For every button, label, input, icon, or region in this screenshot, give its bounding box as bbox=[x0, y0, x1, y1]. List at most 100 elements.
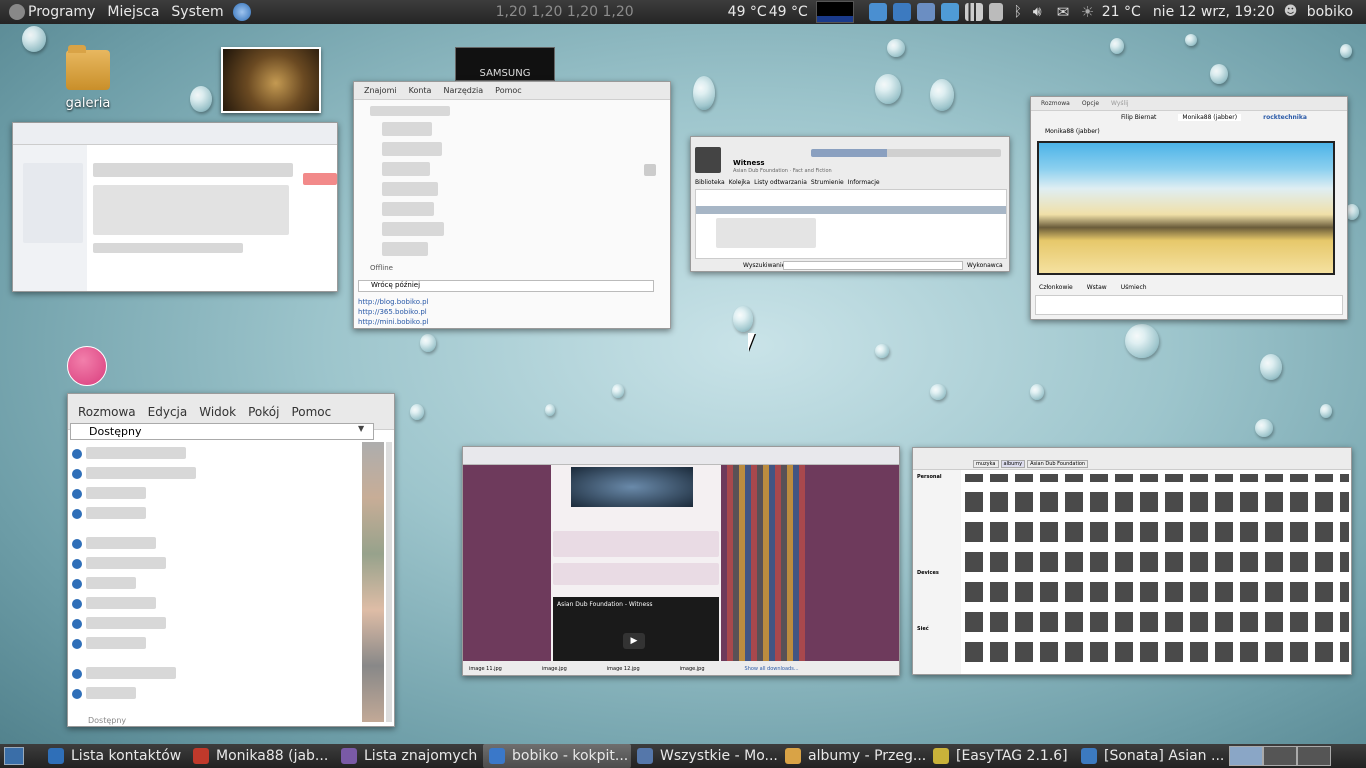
sidebar-network[interactable]: Sieć bbox=[917, 626, 957, 632]
task-0[interactable]: Lista kontaktów bbox=[42, 744, 187, 768]
menu-places[interactable]: Miejsca bbox=[101, 0, 165, 24]
skype-icon[interactable] bbox=[868, 3, 887, 21]
download-2[interactable]: image 12.jpg bbox=[607, 666, 640, 672]
sonata-filter[interactable]: Wykonawca bbox=[967, 262, 1003, 269]
task-5[interactable]: albumy - Przeg... bbox=[779, 744, 927, 768]
menu-system[interactable]: System bbox=[165, 0, 229, 24]
task-4-label: Wszystkie - Mo... bbox=[660, 748, 778, 764]
sonata-tab-1[interactable]: Kolejka bbox=[729, 179, 750, 186]
contacts-menu-2[interactable]: Widok bbox=[193, 405, 242, 419]
chat-tab-0[interactable]: rocktechnika bbox=[1263, 114, 1307, 121]
weather-temp[interactable]: 21 °C bbox=[1102, 0, 1147, 24]
video-play-icon[interactable]: ▶ bbox=[623, 633, 645, 649]
video-thumbnail-top[interactable] bbox=[571, 467, 693, 507]
weather-sun-icon[interactable]: ☀ bbox=[1081, 3, 1099, 21]
dribbble-icon[interactable] bbox=[67, 346, 107, 386]
video-title: Asian Dub Foundation - Witness bbox=[557, 601, 653, 608]
workspace-1[interactable] bbox=[1229, 746, 1263, 766]
clock[interactable]: nie 12 wrz, 19:20 bbox=[1147, 0, 1281, 24]
path-1[interactable]: albumy bbox=[1000, 460, 1026, 468]
friends-menu-0[interactable]: Znajomi bbox=[358, 86, 403, 95]
sidebar-personal[interactable]: Personal bbox=[917, 474, 957, 480]
chat-input[interactable] bbox=[1035, 295, 1343, 315]
window-sonata[interactable]: Witness Asian Dub Foundation · Fact and … bbox=[690, 136, 1010, 272]
dropbox-icon[interactable] bbox=[940, 3, 959, 21]
pidgin-icon[interactable] bbox=[916, 3, 935, 21]
sonata-tab-2[interactable]: Listy odtwarzania bbox=[754, 179, 807, 186]
sonata-search-input[interactable] bbox=[783, 261, 963, 270]
workspace-switcher[interactable] bbox=[1229, 746, 1331, 766]
contacts-menu-4[interactable]: Pomoc bbox=[285, 405, 337, 419]
desktop-samsung-thumbnail[interactable]: SAMSUNG bbox=[455, 47, 555, 81]
system-monitor-graph[interactable] bbox=[815, 1, 854, 23]
path-0[interactable]: muzyka bbox=[973, 460, 999, 468]
download-1[interactable]: image.jpg bbox=[542, 666, 567, 672]
window-browser-witness[interactable]: Asian Dub Foundation - Witness ▶ image 1… bbox=[462, 446, 900, 676]
contacts-menu-0[interactable]: Rozmowa bbox=[72, 405, 142, 419]
sonata-tab-4[interactable]: Informacje bbox=[848, 179, 880, 186]
contacts-status-dropdown-arrow[interactable]: ▼ bbox=[358, 424, 364, 433]
friends-menu-3[interactable]: Pomoc bbox=[489, 86, 528, 95]
browser-launcher-icon[interactable] bbox=[232, 3, 251, 21]
task-6[interactable]: [EasyTAG 2.1.6] bbox=[927, 744, 1075, 768]
bluetooth-icon[interactable]: ᛒ bbox=[1009, 3, 1027, 21]
desktop-folder-galeria[interactable]: galeria bbox=[58, 45, 118, 111]
playback-progress[interactable] bbox=[811, 149, 1001, 157]
sonata-track: Witness bbox=[733, 159, 765, 167]
download-3[interactable]: image.jpg bbox=[680, 666, 705, 672]
friends-link-1[interactable]: http://365.bobiko.pl bbox=[358, 308, 427, 316]
task-7-icon bbox=[1081, 748, 1097, 764]
mouse-pointer-icon bbox=[748, 333, 755, 351]
desktop-photo-thumbnail[interactable] bbox=[221, 47, 321, 113]
chat-members-button[interactable]: Członkowie bbox=[1039, 284, 1073, 291]
task-4[interactable]: Wszystkie - Mo... bbox=[631, 744, 779, 768]
task-7[interactable]: [Sonata] Asian ... bbox=[1075, 744, 1223, 768]
clipboard-icon[interactable] bbox=[988, 3, 1003, 21]
task-2[interactable]: Lista znajomych bbox=[335, 744, 483, 768]
task-1[interactable]: Monika88 (jab... bbox=[187, 744, 335, 768]
chat-tab-1[interactable]: Monika88 (jabber) bbox=[1178, 114, 1242, 121]
user-menu[interactable]: bobiko bbox=[1301, 0, 1359, 24]
friends-menu-1[interactable]: Konta bbox=[403, 86, 438, 95]
bottom-panel: Lista kontaktów Monika88 (jab... Lista z… bbox=[0, 744, 1366, 768]
menu-programs[interactable]: Programy bbox=[0, 0, 101, 24]
volume-icon[interactable]: 🔊︎ bbox=[1033, 3, 1051, 21]
music-note-icon[interactable] bbox=[892, 3, 911, 21]
friends-link-0[interactable]: http://blog.bobiko.pl bbox=[358, 298, 428, 306]
contacts-status-selector[interactable]: Dostępny bbox=[70, 423, 374, 440]
chat-insert-button[interactable]: Wstaw bbox=[1087, 284, 1107, 291]
show-all-downloads[interactable]: Show all downloads... bbox=[745, 666, 799, 672]
workspace-2[interactable] bbox=[1263, 746, 1297, 766]
avatar-grid bbox=[727, 465, 805, 661]
friends-menu-2[interactable]: Narzędzia bbox=[437, 86, 489, 95]
friends-link-2[interactable]: http://mini.bobiko.pl bbox=[358, 318, 429, 326]
sonata-tab-0[interactable]: Biblioteka bbox=[695, 179, 725, 186]
network-signal-icon[interactable] bbox=[964, 3, 983, 21]
chat-bottom-toolbar: Członkowie Wstaw Uśmiech bbox=[1039, 284, 1147, 291]
chat-menu-1[interactable]: Opcje bbox=[1076, 100, 1105, 107]
workspace-3[interactable] bbox=[1297, 746, 1331, 766]
contacts-menu-1[interactable]: Edycja bbox=[142, 405, 194, 419]
contacts-menu-3[interactable]: Pokój bbox=[242, 405, 285, 419]
mail-icon[interactable]: ✉ bbox=[1057, 3, 1075, 21]
window-file-manager[interactable]: muzyka albumy Asian Dub Foundation Perso… bbox=[912, 447, 1352, 675]
task-3[interactable]: bobiko - kokpit... bbox=[483, 744, 631, 768]
sonata-tab-3[interactable]: Strumienie bbox=[811, 179, 844, 186]
contacts-scrollbar[interactable] bbox=[386, 442, 392, 722]
sidebar-devices[interactable]: Devices bbox=[917, 570, 957, 576]
window-chat[interactable]: Rozmowa Opcje Wyślij Filip Biernat Monik… bbox=[1030, 96, 1348, 320]
chat-menu-0[interactable]: Rozmowa bbox=[1035, 100, 1076, 107]
show-desktop-icon[interactable] bbox=[4, 747, 24, 765]
video-player[interactable]: Asian Dub Foundation - Witness ▶ bbox=[553, 597, 719, 663]
sonata-tabs: Biblioteka Kolejka Listy odtwarzania Str… bbox=[695, 179, 880, 186]
download-0[interactable]: image 11.jpg bbox=[469, 666, 502, 672]
chat-tab-2[interactable]: Filip Biernat bbox=[1121, 114, 1156, 121]
path-2[interactable]: Asian Dub Foundation bbox=[1027, 460, 1089, 468]
window-browser-kokpit[interactable] bbox=[12, 122, 338, 292]
window-friends-list[interactable]: Znajomi Konta Narzędzia Pomoc Offline Wr… bbox=[353, 81, 671, 329]
chat-menu-2[interactable]: Wyślij bbox=[1105, 100, 1135, 107]
window-contact-list[interactable]: Rozmowa Edycja Widok Pokój Pomoc Dostępn… bbox=[67, 393, 395, 727]
friends-status-selector[interactable]: Wrócę później bbox=[358, 280, 654, 292]
album-art bbox=[695, 147, 721, 173]
chat-smiley-button[interactable]: Uśmiech bbox=[1121, 284, 1147, 291]
